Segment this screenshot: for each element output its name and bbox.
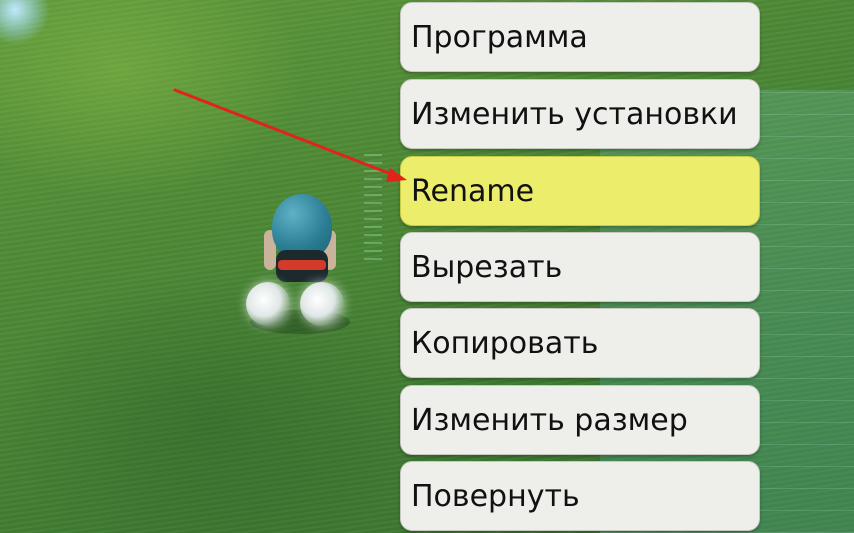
menu-item-resize[interactable]: Изменить размер xyxy=(400,385,760,455)
menu-item-change-settings[interactable]: Изменить установки xyxy=(400,79,760,149)
menu-item-copy[interactable]: Копировать xyxy=(400,308,760,378)
menu-item-program[interactable]: Программа xyxy=(400,2,760,72)
menu-item-rotate[interactable]: Повернуть xyxy=(400,461,760,531)
placement-grid-edge xyxy=(364,150,382,260)
selected-character[interactable] xyxy=(240,190,360,340)
character-foot-right xyxy=(300,282,344,326)
light-glow xyxy=(0,0,50,45)
character-belt xyxy=(278,260,326,270)
arrow-shaft xyxy=(173,88,398,178)
character-foot-left xyxy=(246,282,290,326)
menu-item-rename[interactable]: Rename xyxy=(400,156,760,226)
menu-item-cut[interactable]: Вырезать xyxy=(400,232,760,302)
